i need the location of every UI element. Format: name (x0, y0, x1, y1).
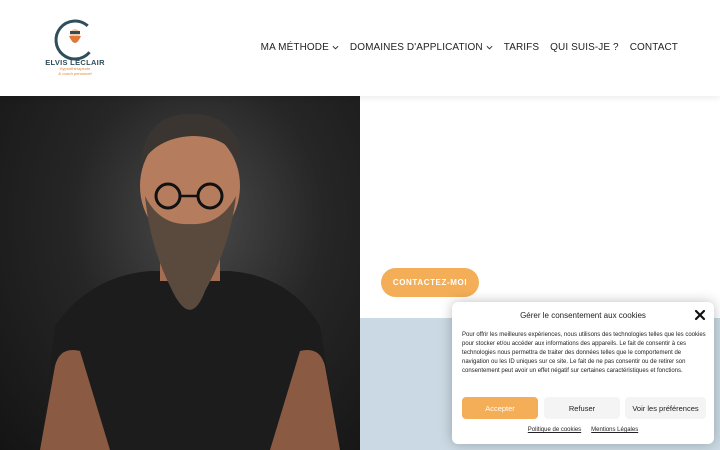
hero-portrait-photo (0, 96, 360, 450)
nav-item-label: TARIFS (503, 42, 540, 53)
chevron-down-icon (332, 45, 339, 50)
legal-notice-link[interactable]: Mentions Légales (591, 427, 638, 433)
nav-item-label: CONTACT (629, 42, 678, 53)
consent-title: Gérer le consentement aux cookies (520, 311, 646, 320)
nav-item-label: DOMAINES D'APPLICATION (349, 42, 483, 53)
nav-item-domaines[interactable]: DOMAINES D'APPLICATION (350, 42, 493, 53)
cookie-policy-link[interactable]: Politique de cookies (528, 427, 581, 433)
main-nav: MA MÉTHODE DOMAINES D'APPLICATION TARIFS… (261, 42, 678, 53)
refuse-button[interactable]: Refuser (544, 397, 620, 419)
nav-item-label: QUI SUIS-JE ? (550, 42, 619, 53)
chevron-down-icon (486, 45, 493, 50)
nav-item-label: MA MÉTHODE (260, 42, 329, 53)
nav-item-tarifs[interactable]: TARIFS (504, 42, 539, 53)
nav-item-qui-suis-je[interactable]: QUI SUIS-JE ? (550, 42, 619, 53)
view-preferences-button[interactable]: Voir les préférences (625, 397, 706, 419)
contact-me-button[interactable]: CONTACTEZ-MOI (381, 268, 479, 297)
nav-item-contact[interactable]: CONTACT (630, 42, 678, 53)
cookie-consent-dialog: Gérer le consentement aux cookies Pour o… (452, 302, 714, 444)
close-icon[interactable] (694, 309, 706, 321)
site-header: ELVIS LECLAIR Hypnothérapeute & coach pe… (0, 0, 720, 96)
accept-button[interactable]: Accepter (462, 397, 538, 419)
portrait-illustration (40, 113, 340, 450)
consent-body-text: Pour offrir les meilleures expériences, … (462, 332, 706, 374)
consent-links: Politique de cookies Mentions Légales (452, 427, 714, 433)
logo-tagline: & coach personnel (58, 71, 92, 76)
nav-item-ma-methode[interactable]: MA MÉTHODE (261, 42, 339, 53)
